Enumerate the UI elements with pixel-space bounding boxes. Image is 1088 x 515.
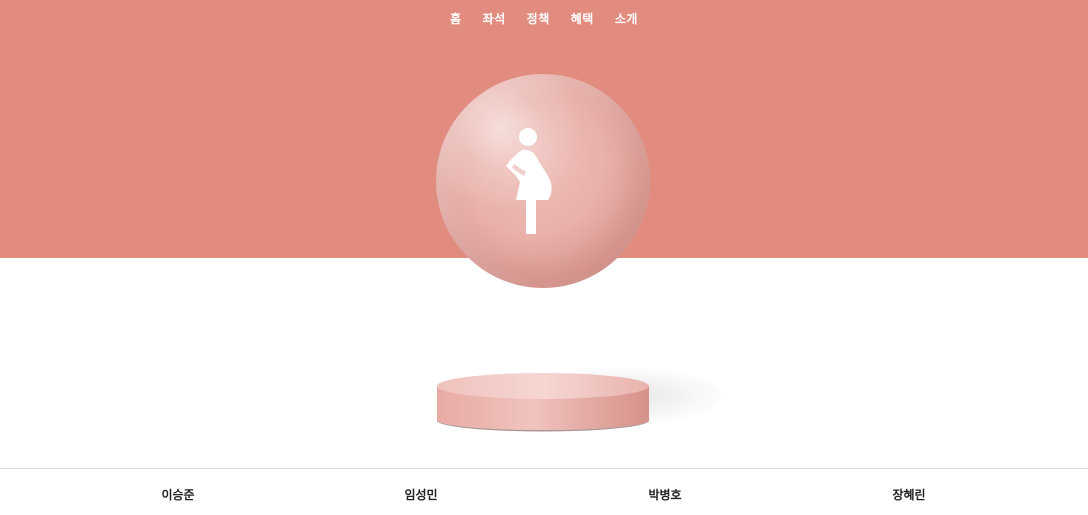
nav-item-home[interactable]: 홈 xyxy=(440,11,473,28)
top-nav: 홈 좌석 정책 혜택 소개 xyxy=(0,11,1088,28)
nav-item-benefits[interactable]: 혜택 xyxy=(560,11,604,28)
pedestal xyxy=(437,368,721,432)
page: 홈 좌석 정책 혜택 소개 이승준 임성민 박병호 장혜린 xyxy=(0,0,1088,515)
member-name: 박병호 xyxy=(648,488,682,502)
member-name: 장혜린 xyxy=(892,488,926,502)
member-name: 이승준 xyxy=(161,488,195,502)
member-name: 임성민 xyxy=(404,488,438,502)
footer: 이승준 임성민 박병호 장혜린 xyxy=(0,468,1088,515)
nav-item-about[interactable]: 소개 xyxy=(604,11,648,28)
pregnant-woman-icon xyxy=(506,128,552,234)
nav-item-policy[interactable]: 정책 xyxy=(516,11,560,28)
nav-item-seats[interactable]: 좌석 xyxy=(472,11,516,28)
hero-sphere xyxy=(436,74,650,288)
